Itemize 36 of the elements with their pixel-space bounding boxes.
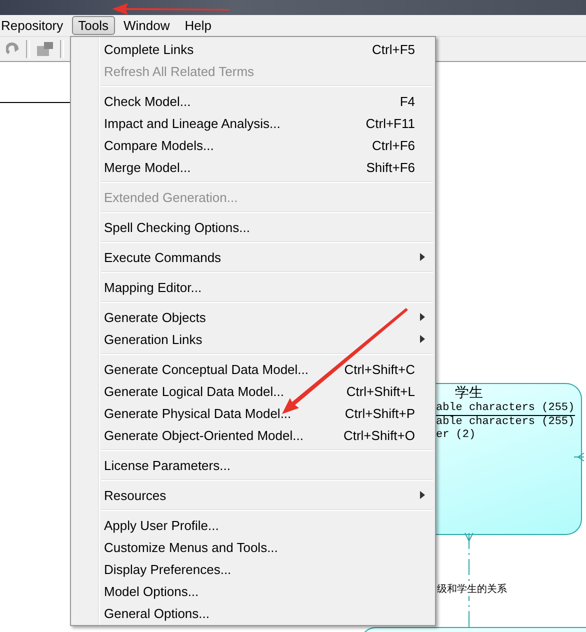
relationship-label: 级和学生的关系: [437, 582, 507, 596]
menu-item[interactable]: Merge Model... Shift+F6: [71, 156, 435, 178]
menu-item[interactable]: Generate Physical Data Model... Ctrl+Shift+P: [71, 402, 435, 424]
menu-item[interactable]: Mapping Editor...: [71, 276, 435, 298]
menu-item[interactable]: Resources: [71, 484, 435, 506]
menu-item[interactable]: Execute Commands: [71, 246, 435, 268]
entity-attribute: er (2): [436, 429, 476, 442]
menu-item[interactable]: Impact and Lineage Analysis... Ctrl+F11: [71, 112, 435, 134]
menu-item[interactable]: Display Preferences...: [71, 558, 435, 580]
menu-item[interactable]: General Options...: [71, 602, 435, 624]
menu-item[interactable]: Complete Links Ctrl+F5: [71, 38, 435, 60]
menu-item[interactable]: Generate Logical Data Model... Ctrl+Shift+L: [71, 380, 435, 402]
menu-item[interactable]: Customize Menus and Tools...: [71, 536, 435, 558]
menu-bar-item[interactable]: Tools: [72, 16, 114, 35]
menu-item[interactable]: Compare Models... Ctrl+F6: [71, 134, 435, 156]
menu-item[interactable]: Apply User Profile...: [71, 514, 435, 536]
entity-attribute: able characters (255): [436, 416, 575, 429]
menu-item[interactable]: Generate Objects: [71, 306, 435, 328]
menu-item[interactable]: Check Model... F4: [71, 90, 435, 112]
redo-icon[interactable]: [6, 42, 20, 56]
entity-attribute: able characters (255): [436, 402, 575, 416]
caret-icon: [420, 313, 425, 321]
menu-item[interactable]: Generate Conceptual Data Model... Ctrl+Shift+C: [71, 358, 435, 380]
menu-item[interactable]: License Parameters...: [71, 454, 435, 476]
menu-bar-item[interactable]: Window: [118, 16, 176, 35]
toolbar-icon[interactable]: [36, 41, 54, 57]
menu-item[interactable]: Model Options...: [71, 580, 435, 602]
entity-title: 学生: [455, 384, 483, 402]
menu-bar-item[interactable]: Repository: [0, 16, 70, 35]
menu-item[interactable]: Generation Links: [71, 328, 435, 350]
caret-icon: [420, 491, 425, 499]
menu-item[interactable]: Generate Object-Oriented Model... Ctrl+Shift+O: [71, 424, 435, 446]
caret-icon: [420, 253, 425, 261]
menu-bar-item[interactable]: Help: [178, 16, 218, 35]
menu-item[interactable]: Spell Checking Options...: [71, 216, 435, 238]
caret-icon: [420, 335, 425, 343]
